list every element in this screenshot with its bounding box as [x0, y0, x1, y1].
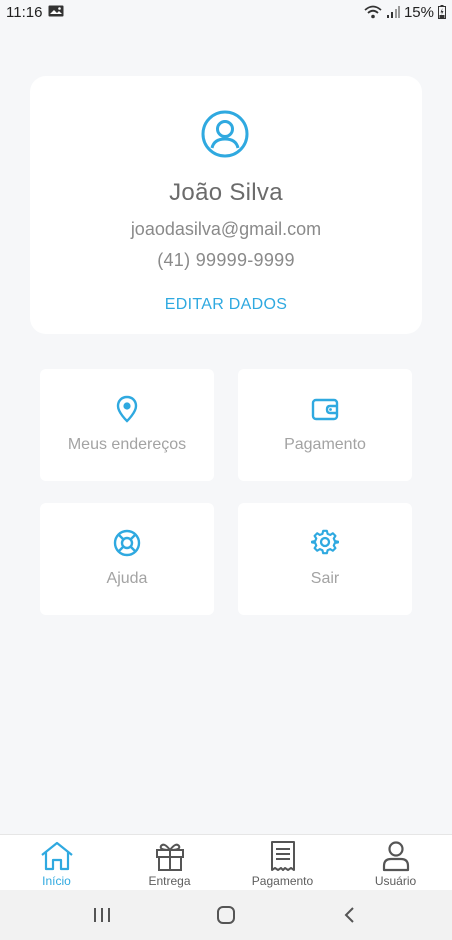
logout-tile[interactable]: Sair: [238, 503, 412, 615]
recent-apps-icon: [94, 908, 110, 922]
battery-percent: 15%: [403, 3, 434, 21]
signal-icon: [386, 5, 400, 19]
home-circle-icon: [217, 906, 235, 924]
nav-label-pagamento: Pagamento: [251, 874, 314, 888]
back-button[interactable]: [330, 895, 370, 935]
battery-icon: [438, 5, 446, 19]
wallet-icon: [311, 395, 339, 423]
payment-label: Pagamento: [284, 436, 366, 453]
payment-tile[interactable]: Pagamento: [238, 369, 412, 481]
addresses-label: Meus endereços: [67, 436, 187, 453]
nav-item-pagamento[interactable]: Pagamento: [226, 835, 339, 890]
nav-item-usuario[interactable]: Usuário: [339, 835, 452, 890]
lifebuoy-icon: [113, 529, 141, 557]
profile-name: João Silva: [169, 179, 283, 206]
gift-icon: [155, 843, 184, 871]
profile-email: joaodasilva@gmail.com: [130, 219, 322, 239]
avatar-icon: [201, 110, 249, 158]
status-time: 11:16: [6, 3, 43, 21]
nav-label-usuario: Usuário: [374, 874, 417, 888]
recent-apps-button[interactable]: [82, 895, 122, 935]
nav-item-entrega[interactable]: Entrega: [113, 835, 226, 890]
gear-icon: [310, 529, 340, 557]
status-right: 15%: [364, 4, 446, 21]
help-label: Ajuda: [106, 570, 148, 587]
status-left: 11:16: [6, 4, 64, 21]
receipt-icon: [270, 841, 295, 871]
profile-screen: 11:16 15% João Silva joaodasilva@gmail.c…: [0, 0, 452, 940]
status-bar: 11:16 15%: [0, 0, 452, 24]
bottom-navigation: Início Entrega Pagamento Usuário: [0, 834, 452, 890]
home-button[interactable]: [206, 895, 246, 935]
profile-phone: (41) 99999-9999: [157, 250, 295, 270]
edit-profile-button[interactable]: EDITAR DADOS: [0, 296, 452, 314]
system-navigation-bar: [0, 890, 452, 940]
nav-label-inicio: Início: [42, 874, 71, 888]
home-icon: [40, 841, 73, 871]
help-tile[interactable]: Ajuda: [40, 503, 214, 615]
location-pin-icon: [113, 395, 141, 423]
back-icon: [344, 907, 354, 923]
nav-label-entrega: Entrega: [148, 874, 191, 888]
user-icon: [382, 841, 409, 872]
logout-label: Sair: [310, 570, 340, 587]
nav-item-inicio[interactable]: Início: [0, 835, 113, 890]
gallery-notification-icon: [48, 4, 64, 21]
addresses-tile[interactable]: Meus endereços: [40, 369, 214, 481]
wifi-icon: [364, 5, 382, 19]
